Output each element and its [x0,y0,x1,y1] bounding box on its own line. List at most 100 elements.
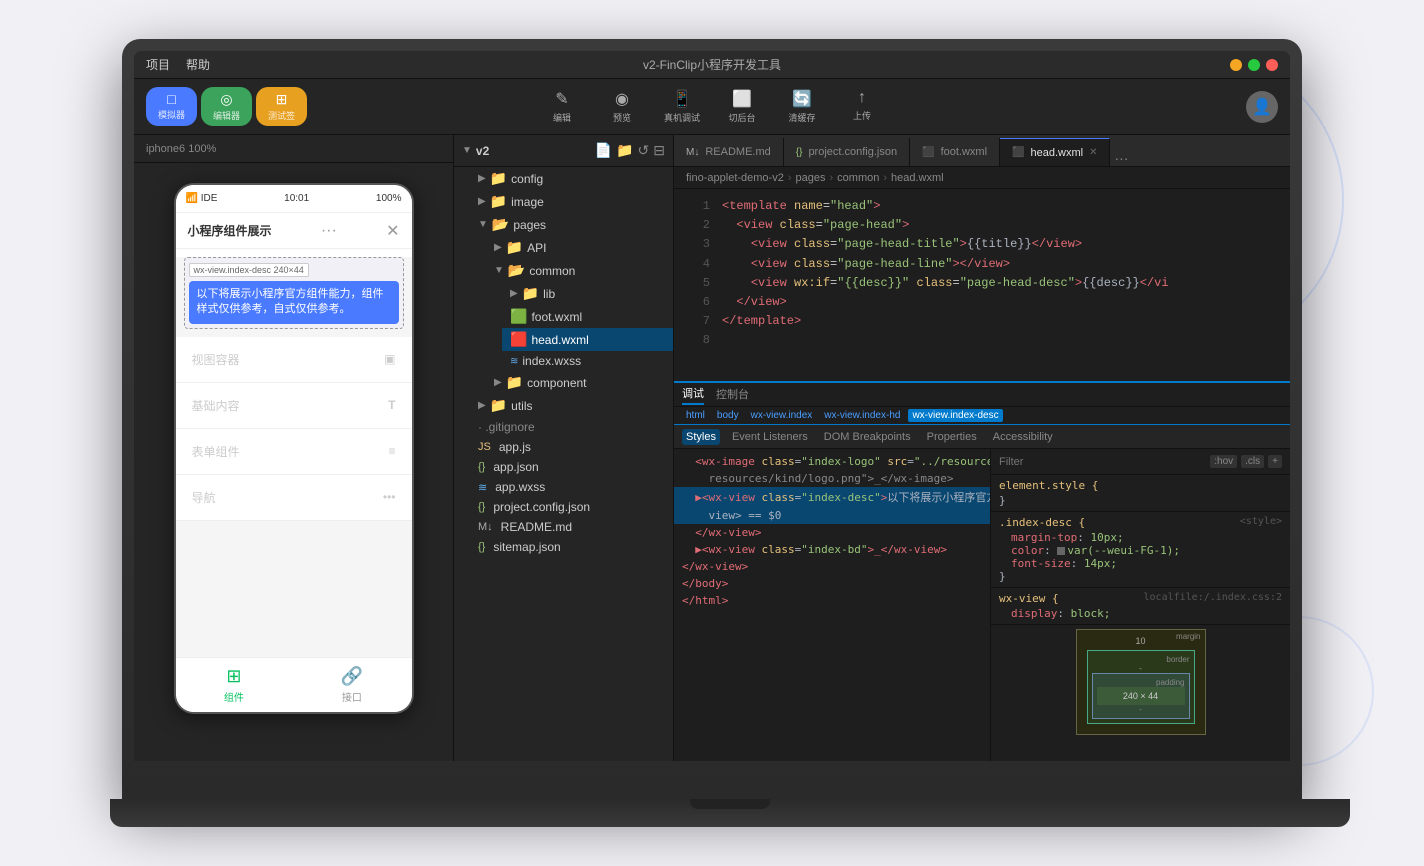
wx-bc-index-desc[interactable]: wx-view.index-desc [908,409,1002,422]
tab-readme[interactable]: M↓ README.md [674,138,784,166]
filter-add-btn[interactable]: + [1268,455,1282,468]
editor-button[interactable]: ◎ 编辑器 [201,87,252,126]
new-file-action[interactable]: 📄 [595,142,612,159]
tree-config[interactable]: ▶ 📁 config [470,167,673,190]
minimize-button[interactable] [1230,59,1242,71]
tab-head-wxml-close[interactable]: ✕ [1089,147,1097,158]
elem-tab-accessibility[interactable]: Accessibility [989,429,1057,445]
user-avatar[interactable]: 👤 [1246,91,1278,123]
wx-bc-html[interactable]: html [682,409,709,422]
code-editor[interactable]: 1 <template name="head"> 2 <view class="… [674,189,1290,381]
phone-nav-components[interactable]: ⊞ 组件 [224,666,244,704]
phone-nav-api[interactable]: 🔗 接口 [341,666,363,704]
tree-sitemap[interactable]: {} sitemap.json [470,537,673,557]
code-line-8: 8 [674,331,1290,350]
tab-project-config[interactable]: {} project.config.json [784,138,910,166]
dom-line-6[interactable]: ▶<wx-view class="index-bd">_</wx-view> [674,541,990,558]
tree-readme[interactable]: M↓ README.md [470,517,673,537]
test-button[interactable]: ⊞ 测试签 [256,87,307,126]
phone-section-basic[interactable]: 基础内容 T [176,383,412,429]
clear-cache-icon: 🔄 [792,89,812,109]
wx-bc-index[interactable]: wx-view.index [747,409,817,422]
tree-app-js[interactable]: JS app.js [470,437,673,457]
tree-common[interactable]: ▼ 📂 common [486,259,673,282]
phone-title-more[interactable]: ··· [321,222,337,240]
dom-line-5[interactable]: </wx-view> [674,524,990,541]
tab-head-wxml[interactable]: ⬛ head.wxml ✕ [1000,138,1110,166]
tree-component-chevron: ▶ [494,377,502,388]
section-nav-label: 导航 [192,489,216,506]
refresh-action[interactable]: ↺ [638,142,650,159]
bottom-tab-debug[interactable]: 调试 [682,385,704,405]
dom-line-1[interactable]: <wx-image class="index-logo" src="../res… [674,453,990,470]
line-num-6: 6 [682,293,710,312]
background-action[interactable]: ⬜ 切后台 [722,89,762,124]
tree-app-wxss[interactable]: ≋ app.wxss [470,477,673,497]
tab-foot-wxml[interactable]: ⬛ foot.wxml [910,138,1000,166]
filter-hov-btn[interactable]: :hov [1210,455,1237,468]
elem-tab-event-listeners[interactable]: Event Listeners [728,429,812,445]
breadcrumb-item-0[interactable]: fino-applet-demo-v2 [686,172,784,184]
tree-component[interactable]: ▶ 📁 component [486,371,673,394]
close-button[interactable] [1266,59,1278,71]
new-folder-action[interactable]: 📁 [616,142,633,159]
edit-icon: ✎ [555,89,568,109]
menu-help[interactable]: 帮助 [186,56,210,73]
elem-tab-properties[interactable]: Properties [923,429,981,445]
collapse-action[interactable]: ⊟ [653,142,665,159]
tree-utils[interactable]: ▶ 📁 utils [470,394,673,417]
device-debug-action[interactable]: 📱 真机调试 [662,89,702,124]
edit-action[interactable]: ✎ 编辑 [542,89,582,124]
tree-pages[interactable]: ▼ 📂 pages [470,213,673,236]
breadcrumb-item-1[interactable]: pages [796,172,826,184]
xml-file-icon: 🟥 [510,331,527,348]
preview-action[interactable]: ◉ 预览 [602,89,642,124]
code-line-4: 4 <view class="page-head-line"></view> [674,255,1290,274]
tree-gitignore[interactable]: · .gitignore [470,417,673,437]
bottom-tab-console[interactable]: 控制台 [716,386,749,404]
dom-line-3[interactable]: ▶<wx-view class="index-desc">以下将展示小程序官方组… [674,487,990,507]
styles-filter-input[interactable] [999,456,1202,468]
breadcrumb-item-3[interactable]: head.wxml [891,172,944,184]
upload-action[interactable]: ↑ 上传 [842,89,882,124]
box-border-val: - [1092,664,1190,673]
clear-cache-action[interactable]: 🔄 清缓存 [782,89,822,124]
dom-line-4[interactable]: view> == $0 [674,507,990,524]
tree-foot-wxml[interactable]: 🟩 foot.wxml [502,305,673,328]
maximize-button[interactable] [1248,59,1260,71]
styles-source-wx-view[interactable]: localfile:/.index.css:2 [1144,592,1282,603]
dom-view[interactable]: <wx-image class="index-logo" src="../res… [674,449,990,761]
styles-rule-element: element.style { } [991,475,1290,512]
tree-head-wxml[interactable]: 🟥 head.wxml [502,328,673,351]
phone-section-views[interactable]: 视图容器 ▣ [176,337,412,383]
elem-tab-dom-breakpoints[interactable]: DOM Breakpoints [820,429,915,445]
dom-line-8[interactable]: </body> [674,575,990,592]
tree-app-json[interactable]: {} app.json [470,457,673,477]
main-area: iphone6 100% 📶 IDE 10:01 100% 小程序组件 [134,135,1290,761]
dom-line-7[interactable]: </wx-view> [674,558,990,575]
tree-api[interactable]: ▶ 📁 API [486,236,673,259]
code-line-6: 6 </view> [674,293,1290,312]
wx-bc-body[interactable]: body [713,409,743,422]
elem-tab-styles[interactable]: Styles [682,429,720,445]
dom-line-9[interactable]: </html> [674,592,990,609]
phone-section-form[interactable]: 表单组件 ≡ [176,429,412,475]
breadcrumb-item-2[interactable]: common [837,172,879,184]
tree-lib[interactable]: ▶ 📁 lib [502,282,673,305]
wx-bc-index-hd[interactable]: wx-view.index-hd [820,409,904,422]
menu-project[interactable]: 项目 [146,56,170,73]
phone-title-close[interactable]: ✕ [386,221,399,241]
tree-index-wxss[interactable]: ≋ index.wxss [502,351,673,371]
styles-closing-index-desc: } [999,570,1282,583]
tree-foot-wxml-label: foot.wxml [531,310,582,324]
simulator-button[interactable]: □ 模拟器 [146,87,197,126]
filter-cls-btn[interactable]: .cls [1241,455,1264,468]
styles-closing-element: } [999,494,1282,507]
phone-section-nav[interactable]: 导航 ••• [176,475,412,521]
tree-project-config[interactable]: {} project.config.json [470,497,673,517]
dom-line-2[interactable]: resources/kind/logo.png">_</wx-image> [674,470,990,487]
tree-utils-label: utils [511,399,532,413]
tab-more-button[interactable]: ··· [1110,150,1132,166]
tree-image[interactable]: ▶ 📁 image [470,190,673,213]
styles-source-index-desc[interactable]: <style> [1240,516,1282,527]
